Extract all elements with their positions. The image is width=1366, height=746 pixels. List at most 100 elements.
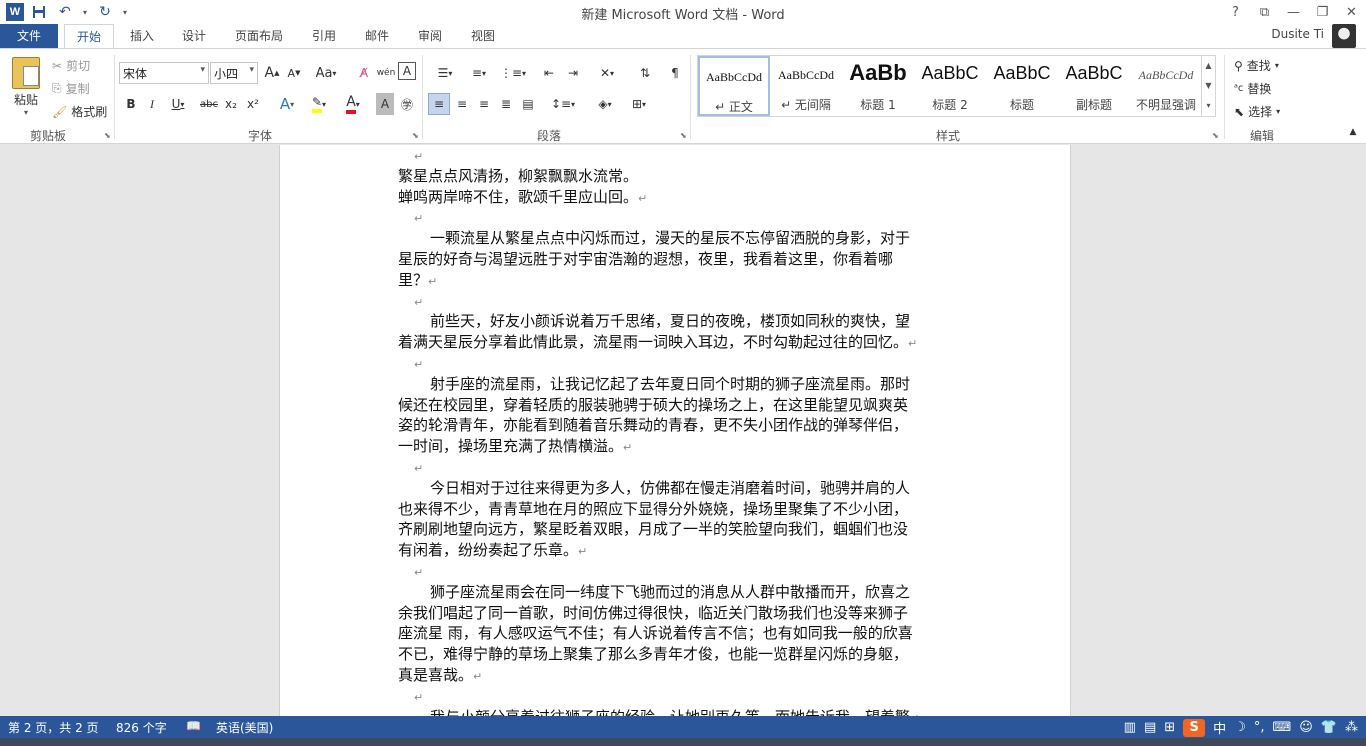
align-right-icon[interactable]: ≡	[474, 93, 494, 115]
paste-button[interactable]: 粘贴 ▾	[8, 57, 44, 117]
text-line[interactable]: 里？↵	[398, 270, 437, 291]
text-line[interactable]: 着满天星辰分享着此情此景，流星雨一词映入耳边，不时勾勒起过往的回忆。↵	[398, 332, 917, 353]
align-center-icon[interactable]: ≡	[452, 93, 472, 115]
tab-page-layout[interactable]: 页面布局	[228, 24, 290, 48]
distributed-icon[interactable]: ▤	[518, 93, 538, 115]
clear-formatting-icon[interactable]: A̸	[354, 62, 374, 84]
print-layout-icon[interactable]: ▤	[1144, 720, 1156, 735]
text-line[interactable]: 座流星 雨，有人感叹运气不佳；有人诉说着传言不信；也有如同我一般的欣喜	[398, 623, 913, 644]
restore-button[interactable]: ❐	[1308, 0, 1337, 24]
read-mode-icon[interactable]: ▥	[1124, 720, 1136, 735]
chevron-up-icon[interactable]: ▲	[1202, 56, 1215, 76]
empty-paragraph[interactable]: ↵	[398, 561, 423, 582]
sogou-ime-icon[interactable]: S	[1183, 718, 1206, 737]
tab-home[interactable]: 开始	[64, 24, 114, 49]
copy-button[interactable]: ⎘ 复制	[52, 80, 90, 97]
more-styles-icon[interactable]: ▾	[1202, 96, 1215, 116]
page-count[interactable]: 第 2 页，共 2 页	[8, 719, 99, 736]
justify-icon[interactable]: ≣	[496, 93, 516, 115]
find-button[interactable]: ⚲ 查找 ▾	[1234, 57, 1279, 74]
user-icon[interactable]: ☺	[1299, 720, 1313, 735]
bullets-icon[interactable]: ☰ ▾	[430, 62, 460, 84]
grow-font-button[interactable]: A ▲	[262, 62, 282, 84]
text-line[interactable]: 也来得不少，青青草地在月的照应下显得分外娆娆，操场里聚集了不少小团，	[398, 499, 908, 520]
empty-paragraph[interactable]: ↵	[398, 686, 423, 707]
punctuation-icon[interactable]: °,	[1254, 720, 1265, 735]
style-subtitle[interactable]: AaBbC 副标题	[1058, 56, 1130, 116]
subscript-button[interactable]: x₂	[222, 93, 240, 115]
bold-button[interactable]: B	[122, 93, 140, 115]
replace-button[interactable]: ᵃc 替换	[1234, 80, 1271, 97]
help-button[interactable]: ?	[1221, 0, 1250, 24]
empty-paragraph[interactable]: ↵	[398, 145, 423, 166]
change-case-button[interactable]: Aa ▾	[310, 62, 342, 84]
style-heading-1[interactable]: AaBb 标题 1	[842, 56, 914, 116]
word-count[interactable]: 826 个字	[116, 719, 167, 736]
tab-review[interactable]: 审阅	[410, 24, 450, 48]
format-painter-button[interactable]: 🖌 格式刷	[52, 103, 107, 120]
style-subtle-emphasis[interactable]: AaBbCcDd 不明显强调	[1130, 56, 1202, 116]
increase-indent-icon[interactable]: ⇥	[562, 62, 584, 84]
tab-references[interactable]: 引用	[304, 24, 344, 48]
style-title[interactable]: AaBbC 标题	[986, 56, 1058, 116]
empty-paragraph[interactable]: ↵	[398, 291, 423, 312]
language[interactable]: 英语(美国)	[216, 719, 273, 736]
text-line[interactable]: 繁星点点风清扬，柳絮飘飘水流常。	[398, 166, 638, 187]
empty-paragraph[interactable]: ↵	[398, 457, 423, 478]
text-line[interactable]: 我与小颜分享着过往狮子座的经验，让她别再久等，而她告诉我，望着繁↵	[398, 707, 919, 716]
numbering-icon[interactable]: ≡ ▾	[464, 62, 494, 84]
text-line[interactable]: 真是喜哉。↵	[398, 665, 482, 686]
text-line[interactable]: 星辰的好奇与渴望远胜于对宇宙浩瀚的遐想，夜里，我看着这里，你看着哪	[398, 249, 893, 270]
minimize-button[interactable]: —	[1279, 0, 1308, 24]
styles-launcher-icon[interactable]: ⬊	[1212, 131, 1219, 140]
underline-button[interactable]: U ▾	[166, 93, 190, 115]
phonetic-guide-button[interactable]: wén	[376, 62, 396, 84]
character-border-button[interactable]: A	[398, 62, 416, 80]
keyboard-icon[interactable]: ⌨	[1272, 720, 1291, 735]
tab-view[interactable]: 视图	[463, 24, 503, 48]
style-heading-2[interactable]: AaBbC 标题 2	[914, 56, 986, 116]
shrink-font-button[interactable]: A ▼	[284, 62, 304, 84]
empty-paragraph[interactable]: ↵	[398, 207, 423, 228]
toolbox-icon[interactable]: ⁂	[1345, 720, 1358, 735]
enclose-characters-icon[interactable]: ㊫	[398, 93, 416, 115]
cut-button[interactable]: ✂ 剪切	[52, 57, 90, 74]
sort-icon[interactable]: ⇅	[634, 62, 656, 84]
collapse-ribbon-icon[interactable]: ▲	[1346, 121, 1360, 143]
text-line[interactable]: 有闲着，纷纷奏起了乐章。↵	[398, 540, 587, 561]
font-name-combo[interactable]: 宋体 ▾	[119, 62, 209, 84]
strikethrough-button[interactable]: abc	[198, 93, 220, 115]
style-normal[interactable]: AaBbCcDd ↵ 正文	[698, 56, 770, 116]
character-shading-icon[interactable]: A	[376, 93, 394, 115]
tab-design[interactable]: 设计	[174, 24, 214, 48]
text-line[interactable]: 前些天，好友小颜诉说着万千思绪，夏日的夜晚，楼顶如同秋的爽快，望	[398, 311, 910, 332]
text-effects-icon[interactable]: A ▾	[274, 93, 300, 115]
text-line[interactable]: 射手座的流星雨，让我记忆起了去年夏日同个时期的狮子座流星雨。那时	[398, 374, 910, 395]
text-line[interactable]: 今日相对于过往来得更为多人，仿佛都在慢走消磨着时间，驰骋并肩的人	[398, 478, 910, 499]
superscript-button[interactable]: x²	[244, 93, 262, 115]
font-size-combo[interactable]: 小四 ▾	[210, 62, 258, 84]
clipboard-launcher-icon[interactable]: ⬊	[104, 131, 111, 140]
borders-icon[interactable]: ⊞ ▾	[624, 93, 654, 115]
tab-mailings[interactable]: 邮件	[357, 24, 397, 48]
text-line[interactable]: 候还在校园里，穿着轻质的服装驰骋于硕大的操场之上，在这里能望见飒爽英	[398, 395, 908, 416]
close-button[interactable]: ✕	[1337, 0, 1366, 24]
web-layout-icon[interactable]: ⊞	[1164, 720, 1175, 735]
chevron-down-icon[interactable]: ▼	[1202, 76, 1215, 96]
align-left-icon[interactable]: ≡	[428, 93, 450, 115]
font-launcher-icon[interactable]: ⬊	[412, 131, 419, 140]
tab-file[interactable]: 文件	[0, 24, 58, 48]
decrease-indent-icon[interactable]: ⇤	[538, 62, 560, 84]
ribbon-display-options-button[interactable]: ⧉	[1250, 0, 1279, 24]
shading-icon[interactable]: ◈ ▾	[590, 93, 620, 115]
paragraph-launcher-icon[interactable]: ⬊	[680, 131, 687, 140]
text-line[interactable]: 齐刷刷地望向远方，繁星眨着双眼，月成了一半的笑脸望向我们，蝈蝈们也没	[398, 519, 908, 540]
multilevel-list-icon[interactable]: ⋮≡ ▾	[498, 62, 528, 84]
show-marks-icon[interactable]: ¶	[666, 62, 684, 84]
font-color-icon[interactable]: A ▾	[340, 93, 366, 115]
moon-icon[interactable]: ☽	[1234, 720, 1246, 735]
line-spacing-icon[interactable]: ↕≡ ▾	[548, 93, 578, 115]
text-line[interactable]: 余我们唱起了同一首歌，时间仿佛过得很快，临近关门散场我们也没等来狮子	[398, 603, 908, 624]
text-line[interactable]: 一颗流星从繁星点点中闪烁而过，漫天的星辰不忘停留洒脱的身影，对于	[398, 228, 910, 249]
ime-mode[interactable]: 中	[1213, 718, 1226, 737]
